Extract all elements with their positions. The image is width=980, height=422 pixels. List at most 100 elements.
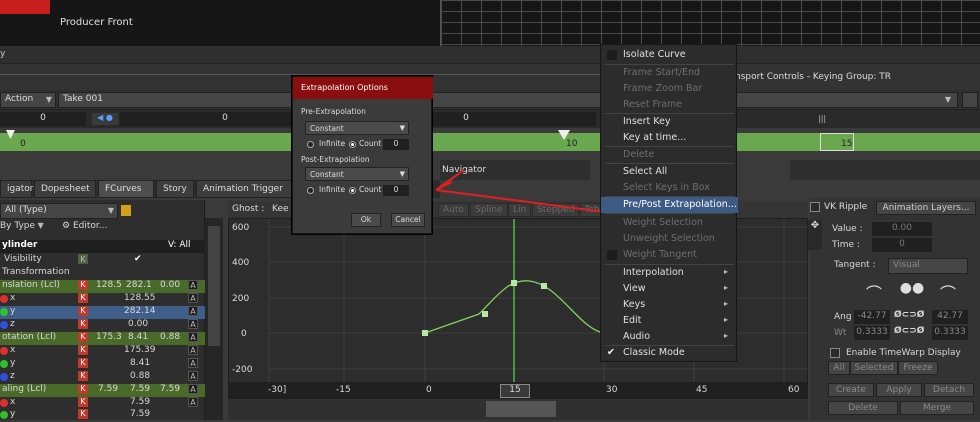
tree-row-rotation-x[interactable]: x K 175.39 A	[0, 345, 205, 358]
value-y[interactable]: 8.41	[128, 332, 148, 342]
value-x[interactable]: 175.3	[96, 332, 122, 342]
tree-row-visibility[interactable]: Visibility K ✔	[0, 254, 205, 267]
menu-item-audio[interactable]: Audio ▸	[601, 329, 738, 345]
anim-button[interactable]: A	[188, 332, 198, 342]
pre-count-radio[interactable]	[349, 141, 356, 148]
tree-row-translation[interactable]: nslation (Lcl) K 128.5 282.1 0.00 A	[0, 280, 205, 293]
lock-icon[interactable]	[121, 205, 131, 216]
pre-count-field[interactable]: 0	[383, 139, 409, 150]
key-button[interactable]: K	[78, 397, 88, 407]
value-field[interactable]: 175.39	[124, 345, 156, 355]
time-ruler[interactable]: -30] -15 0 15 30 45 60	[228, 383, 808, 399]
tree-row-scaling-y[interactable]: y K 7.59	[0, 409, 205, 422]
key-button[interactable]: K	[78, 409, 88, 419]
anim-button[interactable]: A	[188, 384, 198, 394]
key-point[interactable]	[482, 311, 488, 317]
menu-item-key-at-time[interactable]: Key at time...	[601, 130, 738, 146]
key-button[interactable]: K	[78, 371, 88, 381]
value-field[interactable]: 7.59	[130, 409, 150, 419]
tab-navigator[interactable]: igator	[0, 180, 33, 198]
value-field[interactable]: 128.55	[124, 293, 156, 303]
tab-dopesheet[interactable]: Dopesheet	[34, 180, 96, 198]
angle-left-field[interactable]: -42.77	[854, 310, 890, 324]
tangent-flat-icon[interactable]: ●●	[898, 280, 926, 306]
key-button[interactable]: K	[78, 293, 88, 303]
post-count-field[interactable]: 0	[383, 185, 409, 196]
menu-item-view[interactable]: View ▸	[601, 281, 738, 297]
all-tab[interactable]: All	[828, 361, 850, 375]
key-point[interactable]	[422, 330, 428, 336]
take-dropdown[interactable]: Take 001 ▼	[58, 92, 958, 108]
type-filter-dropdown[interactable]: All (Type) ▼	[0, 203, 118, 219]
ok-button[interactable]: Ok	[351, 213, 381, 227]
value-z[interactable]: 0.88	[160, 332, 180, 342]
key-point[interactable]	[511, 280, 517, 286]
scroll-thumb[interactable]	[208, 226, 220, 346]
pre-extrapolation-dropdown[interactable]: Constant ▼	[305, 121, 409, 135]
tab-story[interactable]: Story	[156, 180, 194, 198]
value-z[interactable]: 0.00	[160, 280, 180, 290]
tab-fcurves[interactable]: FCurves	[98, 180, 154, 198]
timeline-bar[interactable]: 0 10 15	[0, 130, 980, 152]
scroll-arrow-button[interactable]	[962, 92, 978, 108]
anim-button[interactable]: A	[188, 293, 198, 303]
value-y[interactable]: 7.59	[130, 384, 150, 394]
horizontal-scrollbar[interactable]	[228, 399, 808, 420]
freeze-tab[interactable]: Freeze	[898, 361, 938, 375]
anim-button[interactable]: A	[188, 358, 198, 368]
tree-row-translation-z[interactable]: z K 0.00 A	[0, 319, 205, 332]
key-button[interactable]: K	[78, 384, 88, 394]
pre-infinite-radio[interactable]	[307, 141, 314, 148]
checkmark-icon[interactable]: ✔	[134, 254, 142, 264]
menu-item-insert-key[interactable]: Insert Key	[601, 114, 738, 130]
vk-ripple-checkbox[interactable]	[810, 202, 820, 212]
value-field[interactable]: 0.00	[872, 222, 932, 236]
tree-row-transformation[interactable]: Transformation	[0, 267, 205, 280]
time-field[interactable]: 0	[872, 238, 932, 252]
tree-row-rotation-z[interactable]: z K 0.88 A	[0, 371, 205, 384]
value-field[interactable]: 8.41	[130, 358, 150, 368]
tangent-dropdown[interactable]: Visual	[888, 258, 968, 274]
tangent-smooth-icon[interactable]: ⌒	[934, 280, 962, 306]
value-z[interactable]: 7.59	[160, 384, 180, 394]
value-field[interactable]: 0.00	[128, 319, 148, 329]
selected-tab[interactable]: Selected	[850, 361, 898, 375]
tab-animation-trigger[interactable]: Animation Trigger	[196, 180, 292, 198]
tree-row-translation-y[interactable]: y K 282.14 A	[0, 306, 205, 319]
menu-item-isolate-curve[interactable]: Isolate Curve	[601, 47, 738, 63]
action-dropdown[interactable]: Action ▼	[0, 92, 56, 108]
value-x[interactable]: 7.59	[98, 384, 118, 394]
current-frame-indicator[interactable]: 15	[500, 384, 530, 398]
cancel-button[interactable]: Cancel	[391, 213, 425, 227]
detach-button[interactable]: Detach	[924, 383, 974, 397]
post-infinite-radio[interactable]	[307, 187, 314, 194]
tree-row-scaling[interactable]: aling (Lcl) K 7.59 7.59 7.59 A	[0, 384, 205, 397]
menu-item-weight-selection[interactable]: Weight Selection	[601, 215, 738, 231]
menu-item-frame-zoom-bar[interactable]: Frame Zoom Bar	[601, 81, 738, 97]
tangent-broken-icon[interactable]: ⌒	[860, 280, 888, 306]
anim-button[interactable]: A	[188, 345, 198, 355]
menu-item-delete[interactable]: Delete	[601, 147, 738, 163]
pan-zoom-icon[interactable]: ✥	[808, 220, 822, 250]
anim-button[interactable]: A	[188, 280, 198, 290]
key-button[interactable]: K	[78, 319, 88, 329]
angle-right-field[interactable]: 42.77	[932, 310, 968, 324]
post-extrapolation-dropdown[interactable]: Constant ▼	[305, 167, 409, 181]
value-field[interactable]: 282.14	[124, 306, 156, 316]
key-button[interactable]: K	[78, 358, 88, 368]
value-y[interactable]: 282.1	[126, 280, 152, 290]
timeline-current-frame[interactable]: 15	[820, 133, 854, 151]
weight-link-icon[interactable]: Ø⊂⊃Ø	[894, 326, 924, 336]
tree-row-rotation[interactable]: otation (Lcl) K 175.3 8.41 0.88 A	[0, 332, 205, 345]
key-button[interactable]: K	[78, 306, 88, 316]
key-point[interactable]	[541, 283, 547, 289]
key-button[interactable]: K	[78, 280, 88, 290]
key-button[interactable]: K	[78, 345, 88, 355]
anim-button[interactable]: A	[188, 306, 198, 316]
scroll-thumb[interactable]	[486, 401, 556, 417]
anim-button[interactable]: A	[188, 397, 198, 407]
animation-layers-button[interactable]: Animation Layers...	[876, 201, 976, 215]
menu-item-interpolation[interactable]: Interpolation ▸	[601, 265, 738, 281]
create-button[interactable]: Create	[828, 383, 874, 397]
by-type-dropdown[interactable]: By Type ▼	[0, 221, 60, 235]
